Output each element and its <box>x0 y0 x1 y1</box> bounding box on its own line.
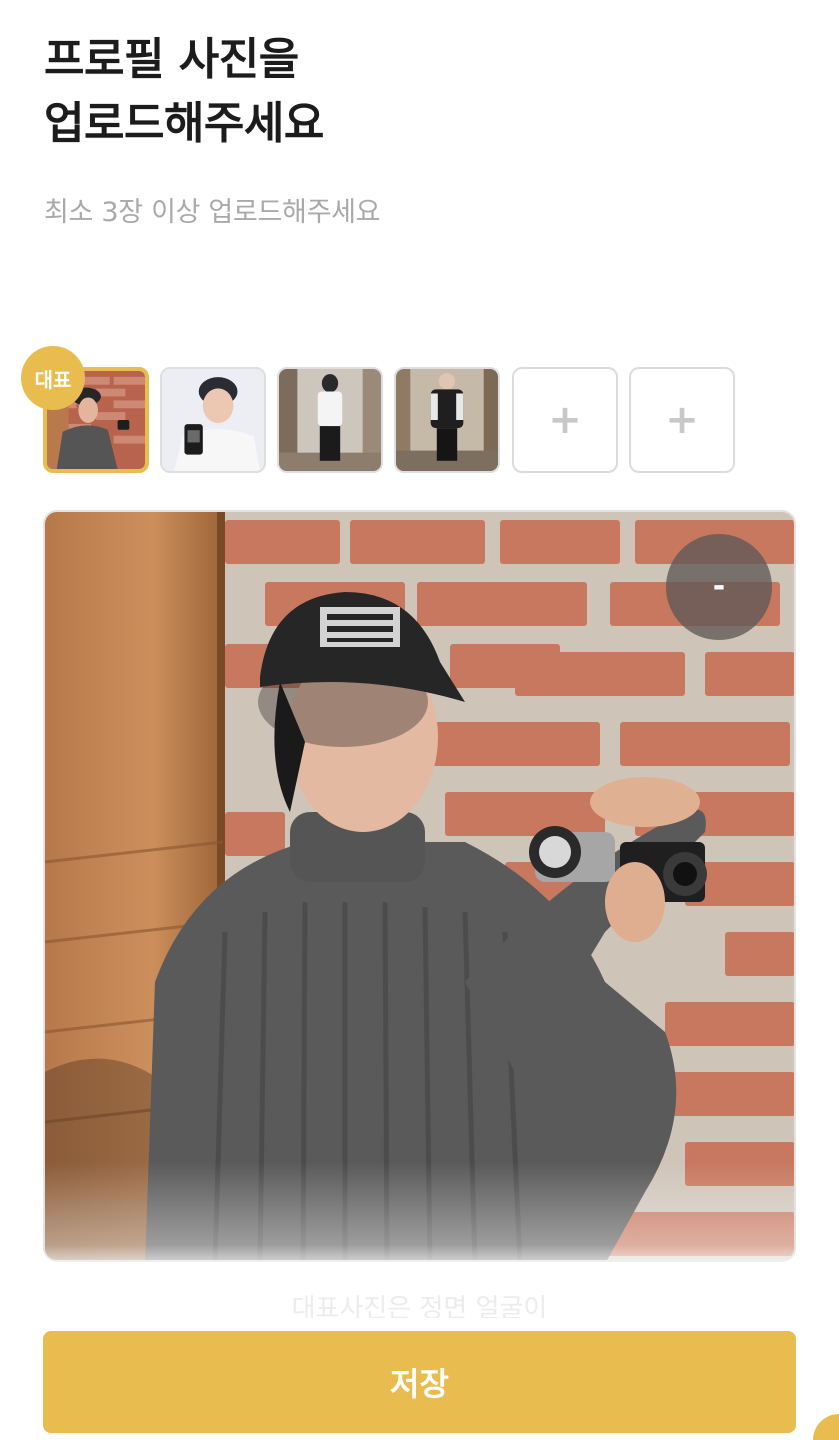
page-subtitle: 최소 3장 이상 업로드해주세요 <box>44 197 381 228</box>
photo-thumbnail-3-image <box>279 369 381 471</box>
plus-icon: + <box>665 397 699 443</box>
add-photo-slot-2[interactable]: + <box>629 367 735 473</box>
save-button[interactable]: 저장 <box>43 1331 796 1433</box>
add-photo-slot-1[interactable]: + <box>512 367 618 473</box>
hint-text: 대표사진은 정면 얼굴이 <box>291 1294 548 1318</box>
page-title-line1: 프로필 사진을 <box>44 34 299 85</box>
thumbnail-strip: + + <box>43 367 743 475</box>
plus-icon: + <box>548 397 582 443</box>
representative-badge: 대표 <box>21 346 85 410</box>
page-title-line2: 업로드해주세요 <box>44 98 324 149</box>
page-title: 프로필 사진을 업로드해주세요 <box>44 28 324 156</box>
photo-thumbnail-4-image <box>396 369 498 471</box>
photo-thumbnail-2-image <box>162 369 264 471</box>
minus-icon: - <box>712 569 726 604</box>
photo-thumbnail-4[interactable] <box>394 367 500 473</box>
corner-decoration <box>813 1414 839 1440</box>
remove-photo-button[interactable]: - <box>666 534 772 640</box>
photo-thumbnail-3[interactable] <box>277 367 383 473</box>
photo-thumbnail-2[interactable] <box>160 367 266 473</box>
